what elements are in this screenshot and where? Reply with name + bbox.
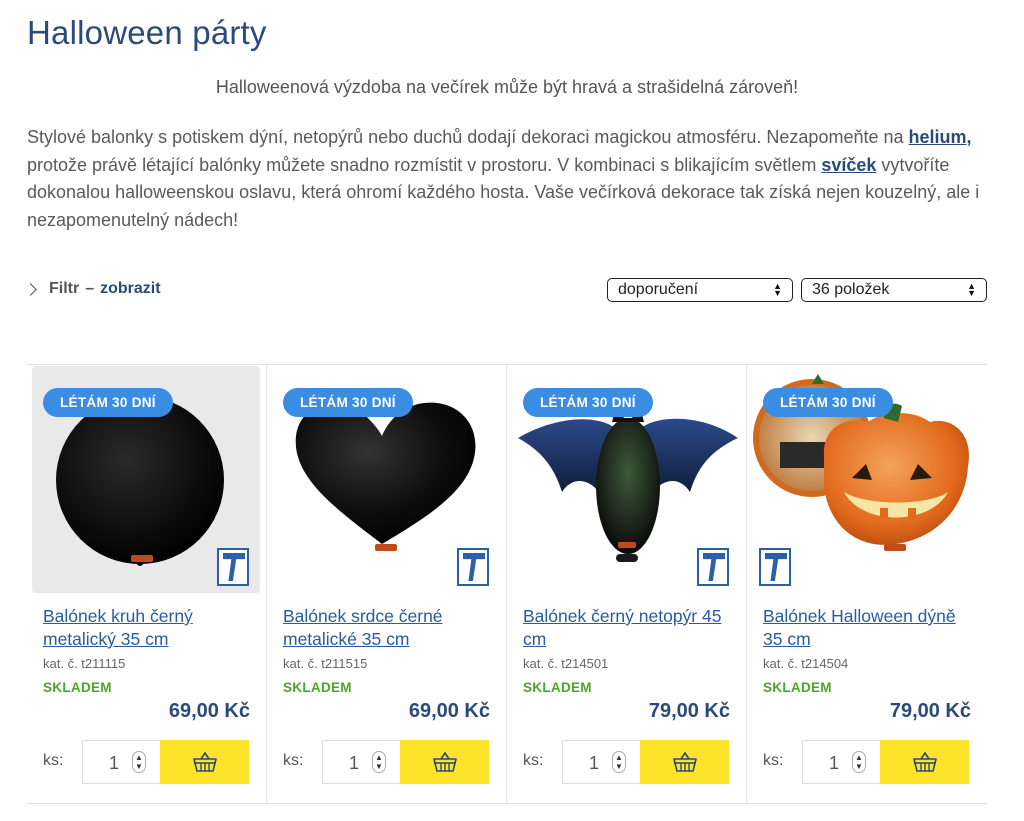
filter-show-link[interactable]: zobrazit <box>100 280 160 298</box>
basket-icon <box>432 751 457 772</box>
stock-status: SKLADEM <box>763 680 832 695</box>
sort-select-value: doporučení <box>618 281 699 298</box>
quantity-stepper[interactable]: 1 ▲ ▼ <box>322 740 402 784</box>
product-sku: kat. č. t211515 <box>283 656 368 671</box>
flight-badge: LÉTÁM 30 DNÍ <box>523 388 653 417</box>
quantity-stepper[interactable]: 1 ▲ ▼ <box>562 740 642 784</box>
stock-status: SKLADEM <box>43 680 112 695</box>
sort-select[interactable]: doporučení ▲ ▼ <box>607 278 793 302</box>
filter-dash: – <box>85 280 95 297</box>
ibrex-logo-icon <box>759 548 791 586</box>
product-price: 69,00 Kč <box>168 700 250 722</box>
quantity-stepper[interactable]: 1 ▲ ▼ <box>802 740 882 784</box>
add-to-cart-button[interactable] <box>160 740 249 784</box>
flight-badge: LÉTÁM 30 DNÍ <box>43 388 173 417</box>
quantity-stepper[interactable]: 1 ▲ ▼ <box>82 740 162 784</box>
candles-link[interactable]: svíček <box>821 155 876 175</box>
quantity-value: 1 <box>589 753 600 773</box>
stock-status: SKLADEM <box>523 680 592 695</box>
lead-text: Halloweenová výzdoba na večírek může být… <box>215 77 799 97</box>
ibrex-logo-icon <box>217 548 249 586</box>
basket-icon <box>672 751 697 772</box>
quantity-value: 1 <box>109 753 120 773</box>
helium-link[interactable]: helium, <box>909 127 972 147</box>
product-card: LÉTÁM 30 DNÍ Balónek srdce černé metalic… <box>267 365 507 803</box>
filter-label: Filtr <box>49 280 80 297</box>
flight-badge: LÉTÁM 30 DNÍ <box>763 388 893 417</box>
product-sku: kat. č. t214501 <box>523 656 609 671</box>
product-name-link[interactable]: Balónek kruh černý metalický 35 cm <box>43 605 253 651</box>
product-sku: kat. č. t211115 <box>43 656 126 671</box>
quantity-label: ks: <box>283 752 304 769</box>
product-name-link[interactable]: Balónek černý netopýr 45 cm <box>523 605 733 651</box>
add-to-cart-button[interactable] <box>400 740 489 784</box>
product-card: LÉTÁM 30 DNÍ Balónek kruh černý metalick… <box>27 365 267 803</box>
basket-icon <box>912 751 937 772</box>
divider <box>27 803 987 804</box>
spin-arrows-icon[interactable]: ▲ ▼ <box>612 751 626 773</box>
basket-icon <box>192 751 217 772</box>
flight-badge: LÉTÁM 30 DNÍ <box>283 388 413 417</box>
product-grid: LÉTÁM 30 DNÍ Balónek kruh černý metalick… <box>27 365 987 803</box>
updown-arrows-icon: ▲ ▼ <box>773 281 782 298</box>
product-card: LÉTÁM 30 DNÍ Balónek Halloween dýně 35 c… <box>747 365 987 803</box>
product-name-link[interactable]: Balónek Halloween dýně 35 cm <box>763 605 973 651</box>
page-title: Halloween párty <box>27 14 267 51</box>
intro-part-2: protože právě létající balónky můžete sn… <box>27 154 822 175</box>
ibrex-logo-icon <box>697 548 729 586</box>
quantity-value: 1 <box>349 753 360 773</box>
filter-toggle[interactable]: Filtr – zobrazit <box>24 280 161 298</box>
spin-arrows-icon[interactable]: ▲ ▼ <box>372 751 386 773</box>
per-page-select[interactable]: 36 položek ▲ ▼ <box>801 278 987 302</box>
ibrex-logo-icon <box>457 548 489 586</box>
product-price: 79,00 Kč <box>889 700 971 722</box>
updown-arrows-icon: ▲ ▼ <box>967 281 976 298</box>
spin-arrows-icon[interactable]: ▲ ▼ <box>852 751 866 773</box>
product-price: 79,00 Kč <box>648 700 730 722</box>
product-price: 69,00 Kč <box>408 700 490 722</box>
product-sku: kat. č. t214504 <box>763 656 849 671</box>
product-card: LÉTÁM 30 DNÍ Balónek černý netopýr 45 cm… <box>507 365 747 803</box>
product-name-link[interactable]: Balónek srdce černé metalické 35 cm <box>283 605 493 651</box>
quantity-value: 1 <box>829 753 840 773</box>
stock-status: SKLADEM <box>283 680 352 695</box>
quantity-label: ks: <box>523 752 544 769</box>
quantity-label: ks: <box>43 752 64 769</box>
chevron-right-icon <box>24 282 37 296</box>
quantity-label: ks: <box>763 752 784 769</box>
add-to-cart-button[interactable] <box>880 740 969 784</box>
spin-arrows-icon[interactable]: ▲ ▼ <box>132 751 146 773</box>
add-to-cart-button[interactable] <box>640 740 729 784</box>
per-page-select-value: 36 položek <box>812 281 890 298</box>
intro-part-1: Stylové balonky s potiskem dýní, netopýr… <box>27 127 909 147</box>
intro-text: Stylové balonky s potiskem dýní, netopýr… <box>27 124 987 234</box>
